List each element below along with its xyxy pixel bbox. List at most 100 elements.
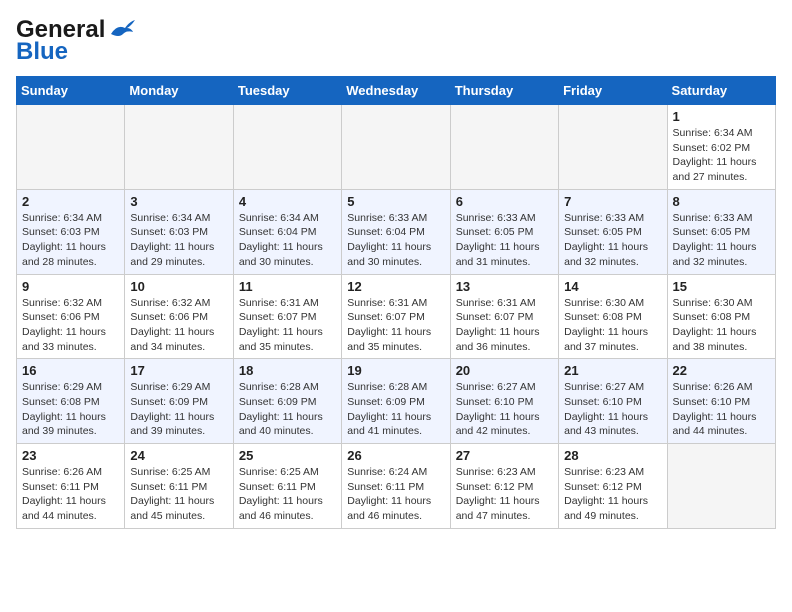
day-number: 2 (22, 194, 119, 209)
day-info: Sunrise: 6:34 AMSunset: 6:03 PMDaylight:… (22, 211, 119, 270)
calendar-day-cell: 23 Sunrise: 6:26 AMSunset: 6:11 PMDayligh… (17, 444, 125, 529)
calendar-day-cell: 18Sunrise: 6:28 AMSunset: 6:09 PMDayligh… (233, 359, 341, 444)
day-number: 5 (347, 194, 444, 209)
day-info: Sunrise: 6:25 AMSunset: 6:11 PMDaylight:… (239, 465, 336, 524)
calendar-day-cell: 2 Sunrise: 6:34 AMSunset: 6:03 PMDaylight… (17, 189, 125, 274)
calendar-day-cell: 19 Sunrise: 6:28 AMSunset: 6:09 PMDayligh… (342, 359, 450, 444)
day-info: Sunrise: 6:28 AMSunset: 6:09 PMDaylight:… (239, 380, 336, 439)
calendar-header-tuesday: Tuesday (233, 77, 341, 105)
calendar-day-cell (559, 105, 667, 190)
day-info: Sunrise: 6:34 AMSunset: 6:03 PMDaylight:… (130, 211, 227, 270)
day-info: Sunrise: 6:24 AMSunset: 6:11 PMDaylight:… (347, 465, 444, 524)
calendar-day-cell: 1 Sunrise: 6:34 AMSunset: 6:02 PMDaylight… (667, 105, 775, 190)
logo-bird-icon (109, 20, 135, 40)
calendar-day-cell: 20 Sunrise: 6:27 AMSunset: 6:10 PMDayligh… (450, 359, 558, 444)
calendar-header-thursday: Thursday (450, 77, 558, 105)
calendar-week-row: 9 Sunrise: 6:32 AMSunset: 6:06 PMDaylight… (17, 274, 776, 359)
day-info: Sunrise: 6:31 AMSunset: 6:07 PMDaylight:… (239, 296, 336, 355)
calendar-day-cell: 17 Sunrise: 6:29 AMSunset: 6:09 PMDayligh… (125, 359, 233, 444)
calendar-header-saturday: Saturday (667, 77, 775, 105)
day-number: 14 (564, 279, 661, 294)
calendar-day-cell: 26Sunrise: 6:24 AMSunset: 6:11 PMDayligh… (342, 444, 450, 529)
day-info: Sunrise: 6:29 AMSunset: 6:08 PMDaylight:… (22, 380, 119, 439)
day-info: Sunrise: 6:33 AMSunset: 6:05 PMDaylight:… (456, 211, 553, 270)
calendar-week-row: 23 Sunrise: 6:26 AMSunset: 6:11 PMDayligh… (17, 444, 776, 529)
day-number: 1 (673, 109, 770, 124)
day-number: 4 (239, 194, 336, 209)
day-number: 13 (456, 279, 553, 294)
calendar-header-friday: Friday (559, 77, 667, 105)
calendar-table: SundayMondayTuesdayWednesdayThursdayFrid… (16, 76, 776, 529)
day-info: Sunrise: 6:23 AMSunset: 6:12 PMDaylight:… (456, 465, 553, 524)
calendar-header-wednesday: Wednesday (342, 77, 450, 105)
day-info: Sunrise: 6:31 AMSunset: 6:07 PMDaylight:… (456, 296, 553, 355)
day-number: 3 (130, 194, 227, 209)
day-info: Sunrise: 6:27 AMSunset: 6:10 PMDaylight:… (456, 380, 553, 439)
day-info: Sunrise: 6:23 AMSunset: 6:12 PMDaylight:… (564, 465, 661, 524)
calendar-day-cell: 9 Sunrise: 6:32 AMSunset: 6:06 PMDaylight… (17, 274, 125, 359)
calendar-week-row: 16 Sunrise: 6:29 AMSunset: 6:08 PMDayligh… (17, 359, 776, 444)
day-number: 8 (673, 194, 770, 209)
calendar-day-cell: 3 Sunrise: 6:34 AMSunset: 6:03 PMDaylight… (125, 189, 233, 274)
day-number: 6 (456, 194, 553, 209)
day-number: 16 (22, 363, 119, 378)
day-number: 28 (564, 448, 661, 463)
calendar-day-cell: 14 Sunrise: 6:30 AMSunset: 6:08 PMDayligh… (559, 274, 667, 359)
day-info: Sunrise: 6:31 AMSunset: 6:07 PMDaylight:… (347, 296, 444, 355)
day-info: Sunrise: 6:32 AMSunset: 6:06 PMDaylight:… (130, 296, 227, 355)
calendar-day-cell: 28 Sunrise: 6:23 AMSunset: 6:12 PMDayligh… (559, 444, 667, 529)
day-number: 23 (22, 448, 119, 463)
day-info: Sunrise: 6:26 AMSunset: 6:10 PMDaylight:… (673, 380, 770, 439)
day-number: 24 (130, 448, 227, 463)
day-number: 11 (239, 279, 336, 294)
day-number: 12 (347, 279, 444, 294)
calendar-day-cell: 5 Sunrise: 6:33 AMSunset: 6:04 PMDaylight… (342, 189, 450, 274)
calendar-day-cell: 11 Sunrise: 6:31 AMSunset: 6:07 PMDayligh… (233, 274, 341, 359)
day-number: 20 (456, 363, 553, 378)
calendar-day-cell: 22 Sunrise: 6:26 AMSunset: 6:10 PMDayligh… (667, 359, 775, 444)
calendar-day-cell: 4 Sunrise: 6:34 AMSunset: 6:04 PMDaylight… (233, 189, 341, 274)
day-info: Sunrise: 6:34 AMSunset: 6:04 PMDaylight:… (239, 211, 336, 270)
calendar-day-cell (125, 105, 233, 190)
calendar-day-cell (233, 105, 341, 190)
day-number: 21 (564, 363, 661, 378)
page-header: General Blue (16, 16, 776, 66)
calendar-day-cell: 7 Sunrise: 6:33 AMSunset: 6:05 PMDaylight… (559, 189, 667, 274)
day-info: Sunrise: 6:34 AMSunset: 6:02 PMDaylight:… (673, 126, 770, 185)
day-number: 9 (22, 279, 119, 294)
day-info: Sunrise: 6:33 AMSunset: 6:05 PMDaylight:… (564, 211, 661, 270)
day-info: Sunrise: 6:32 AMSunset: 6:06 PMDaylight:… (22, 296, 119, 355)
day-number: 7 (564, 194, 661, 209)
calendar-day-cell: 13 Sunrise: 6:31 AMSunset: 6:07 PMDayligh… (450, 274, 558, 359)
calendar-day-cell: 24 Sunrise: 6:25 AMSunset: 6:11 PMDayligh… (125, 444, 233, 529)
calendar-header-monday: Monday (125, 77, 233, 105)
day-info: Sunrise: 6:25 AMSunset: 6:11 PMDaylight:… (130, 465, 227, 524)
calendar-day-cell: 15 Sunrise: 6:30 AMSunset: 6:08 PMDayligh… (667, 274, 775, 359)
calendar-day-cell: 8 Sunrise: 6:33 AMSunset: 6:05 PMDaylight… (667, 189, 775, 274)
calendar-day-cell (667, 444, 775, 529)
day-info: Sunrise: 6:28 AMSunset: 6:09 PMDaylight:… (347, 380, 444, 439)
calendar-header-sunday: Sunday (17, 77, 125, 105)
calendar-week-row: 2 Sunrise: 6:34 AMSunset: 6:03 PMDaylight… (17, 189, 776, 274)
day-number: 27 (456, 448, 553, 463)
day-info: Sunrise: 6:30 AMSunset: 6:08 PMDaylight:… (673, 296, 770, 355)
logo-blue: Blue (16, 38, 68, 66)
logo: General Blue (16, 16, 135, 66)
day-number: 19 (347, 363, 444, 378)
calendar-day-cell: 10Sunrise: 6:32 AMSunset: 6:06 PMDayligh… (125, 274, 233, 359)
calendar-day-cell: 16 Sunrise: 6:29 AMSunset: 6:08 PMDayligh… (17, 359, 125, 444)
day-info: Sunrise: 6:29 AMSunset: 6:09 PMDaylight:… (130, 380, 227, 439)
calendar-week-row: 1 Sunrise: 6:34 AMSunset: 6:02 PMDaylight… (17, 105, 776, 190)
day-info: Sunrise: 6:33 AMSunset: 6:04 PMDaylight:… (347, 211, 444, 270)
day-info: Sunrise: 6:27 AMSunset: 6:10 PMDaylight:… (564, 380, 661, 439)
day-number: 25 (239, 448, 336, 463)
day-number: 15 (673, 279, 770, 294)
calendar-header-row: SundayMondayTuesdayWednesdayThursdayFrid… (17, 77, 776, 105)
day-info: Sunrise: 6:26 AMSunset: 6:11 PMDaylight:… (22, 465, 119, 524)
calendar-day-cell: 25 Sunrise: 6:25 AMSunset: 6:11 PMDayligh… (233, 444, 341, 529)
day-number: 17 (130, 363, 227, 378)
day-info: Sunrise: 6:33 AMSunset: 6:05 PMDaylight:… (673, 211, 770, 270)
day-info: Sunrise: 6:30 AMSunset: 6:08 PMDaylight:… (564, 296, 661, 355)
day-number: 22 (673, 363, 770, 378)
calendar-day-cell (450, 105, 558, 190)
